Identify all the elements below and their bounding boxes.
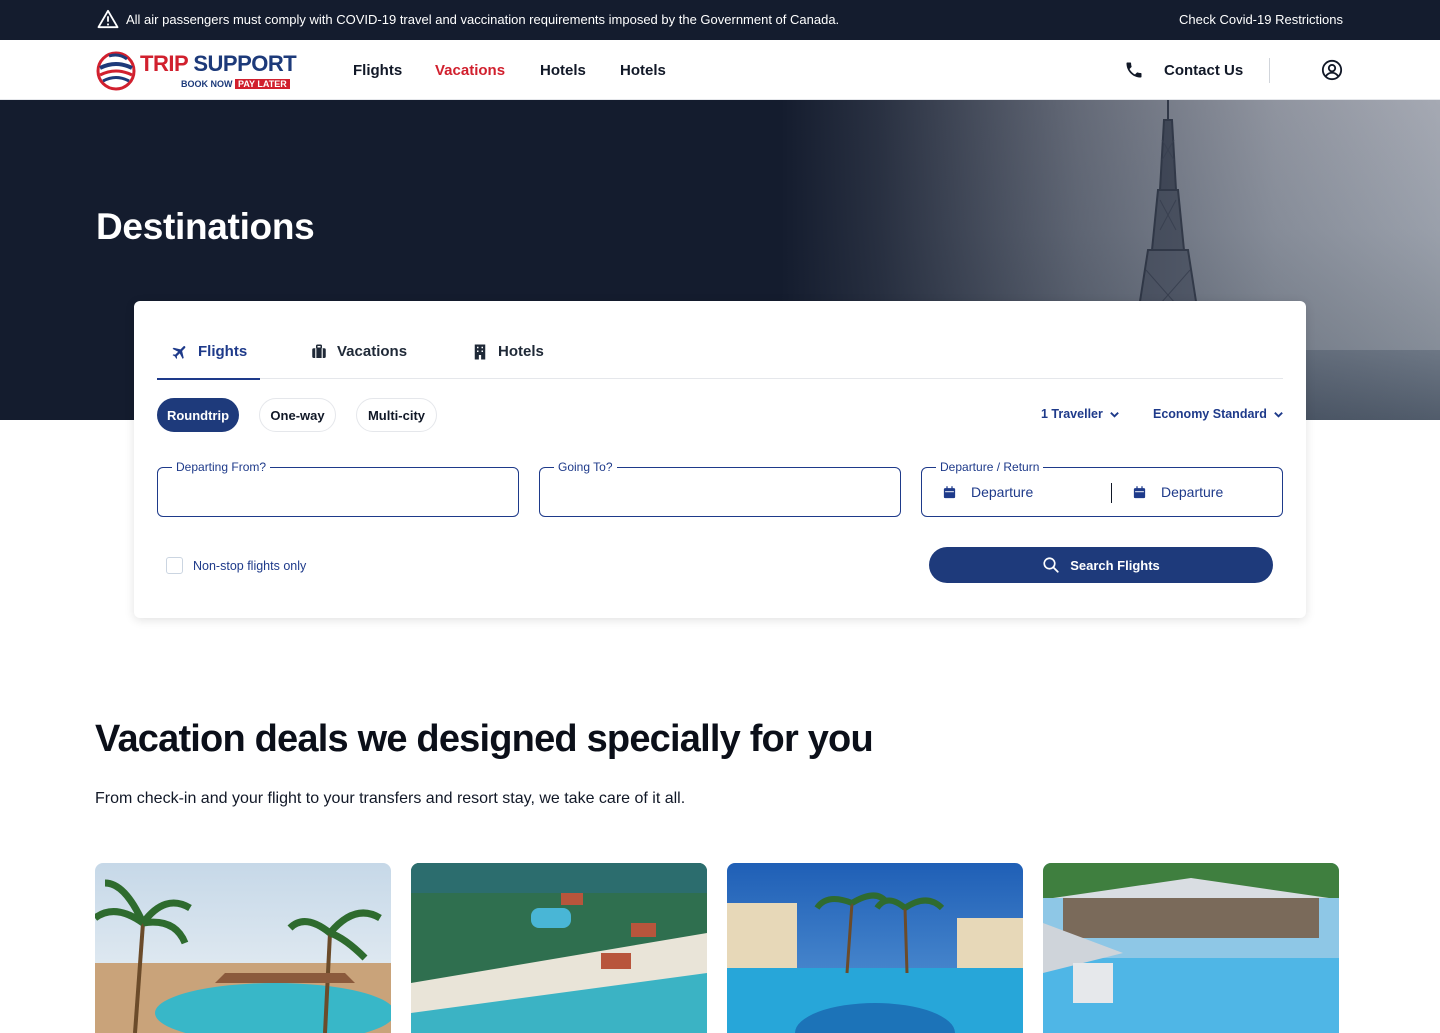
hotel-building-icon xyxy=(474,344,486,360)
user-account-icon[interactable] xyxy=(1321,59,1343,81)
deal-card-aerial-resort[interactable] xyxy=(411,863,707,1033)
return-date-picker[interactable]: Departure xyxy=(1132,484,1223,500)
logo-trip: TRIP xyxy=(140,51,188,76)
search-flights-button[interactable]: Search Flights xyxy=(929,547,1273,583)
search-tabs: Flights Vacations Hotels xyxy=(157,331,1283,380)
contact-us-link[interactable]: Contact Us xyxy=(1164,62,1243,79)
deal-image-aerial-resort xyxy=(411,863,707,1033)
travellers-value: 1 Traveller xyxy=(1041,407,1103,421)
nav-divider xyxy=(1269,58,1270,83)
departing-from-input[interactable] xyxy=(170,478,506,506)
calendar-icon xyxy=(1133,485,1146,498)
covid-alert-bar: All air passengers must comply with COVI… xyxy=(0,0,1440,40)
check-covid-restrictions-link[interactable]: Check Covid-19 Restrictions xyxy=(1179,12,1343,27)
flight-search-card: Flights Vacations Hotels Roundtrip One-w… xyxy=(134,301,1306,618)
departure-return-label: Departure / Return xyxy=(936,460,1044,474)
nav-item-hotels[interactable]: Hotels xyxy=(540,62,586,79)
nav-item-vacations[interactable]: Vacations xyxy=(435,62,505,79)
departure-date-picker[interactable]: Departure xyxy=(942,484,1033,500)
tab-hotels-label: Hotels xyxy=(498,343,544,360)
tab-vacations[interactable]: Vacations xyxy=(310,331,407,379)
search-flights-label: Search Flights xyxy=(1070,557,1160,573)
deal-card-pool-bar[interactable] xyxy=(1043,863,1339,1033)
chevron-down-icon xyxy=(1274,411,1283,418)
calendar-icon xyxy=(943,485,956,498)
departing-from-field[interactable]: Departing From? xyxy=(157,460,519,517)
cabin-class-value: Economy Standard xyxy=(1153,407,1267,421)
cabin-class-dropdown[interactable]: Economy Standard xyxy=(1153,407,1284,421)
non-stop-checkbox-box[interactable] xyxy=(166,557,183,574)
tab-flights-label: Flights xyxy=(198,343,248,360)
warning-icon xyxy=(97,9,119,29)
main-navigation: TRIP SUPPORT BOOK NOW PAY LATER Flights … xyxy=(0,40,1440,100)
non-stop-checkbox[interactable]: Non-stop flights only xyxy=(166,557,306,574)
trip-type-one-way[interactable]: One-way xyxy=(259,398,336,432)
page-title: Destinations xyxy=(96,206,315,247)
going-to-input[interactable] xyxy=(552,478,888,506)
chevron-down-icon xyxy=(1110,411,1119,418)
logo-book-now: BOOK NOW xyxy=(181,79,233,89)
tab-vacations-label: Vacations xyxy=(337,343,408,360)
deals-section-subtitle: From check-in and your flight to your tr… xyxy=(95,790,686,807)
departure-return-field: Departure / Return Departure Departure xyxy=(921,460,1283,517)
deal-image-pool-bar xyxy=(1043,863,1339,1033)
travellers-dropdown[interactable]: 1 Traveller xyxy=(1041,407,1120,421)
going-to-field[interactable]: Going To? xyxy=(539,460,901,517)
departure-date-value: Departure xyxy=(971,484,1034,500)
search-icon xyxy=(1043,557,1059,573)
covid-alert-message: All air passengers must comply with COVI… xyxy=(126,12,840,27)
phone-icon[interactable] xyxy=(1124,60,1144,80)
deal-image-pool-palms xyxy=(727,863,1023,1033)
trip-type-multi-city[interactable]: Multi-city xyxy=(356,398,437,432)
tab-hotels[interactable]: Hotels xyxy=(471,331,544,379)
non-stop-label: Non-stop flights only xyxy=(193,558,307,573)
logo-pay-later: PAY LATER xyxy=(235,79,290,89)
deal-image-palm-beach xyxy=(95,863,391,1033)
suitcase-icon xyxy=(312,344,326,358)
globe-logo-icon xyxy=(96,51,136,91)
date-separator xyxy=(1111,483,1112,503)
nav-item-flights[interactable]: Flights xyxy=(353,62,402,79)
departing-from-label: Departing From? xyxy=(172,460,271,474)
deals-section-title: Vacation deals we designed specially for… xyxy=(95,718,874,760)
logo-support: SUPPORT xyxy=(193,51,297,76)
deal-card-pool-resort[interactable] xyxy=(727,863,1023,1033)
deal-card-beach-resort[interactable] xyxy=(95,863,391,1033)
logo-tagline: BOOK NOW PAY LATER xyxy=(181,79,290,89)
trip-type-roundtrip[interactable]: Roundtrip xyxy=(157,398,239,432)
logo-wordmark: TRIP SUPPORT xyxy=(140,51,297,76)
tab-flights[interactable]: Flights xyxy=(157,331,260,380)
going-to-label: Going To? xyxy=(554,460,617,474)
airplane-icon xyxy=(172,346,186,359)
nav-item-hotels-2[interactable]: Hotels xyxy=(620,62,666,79)
trip-support-logo[interactable]: TRIP SUPPORT BOOK NOW PAY LATER xyxy=(95,48,297,92)
return-date-value: Departure xyxy=(1161,484,1224,500)
